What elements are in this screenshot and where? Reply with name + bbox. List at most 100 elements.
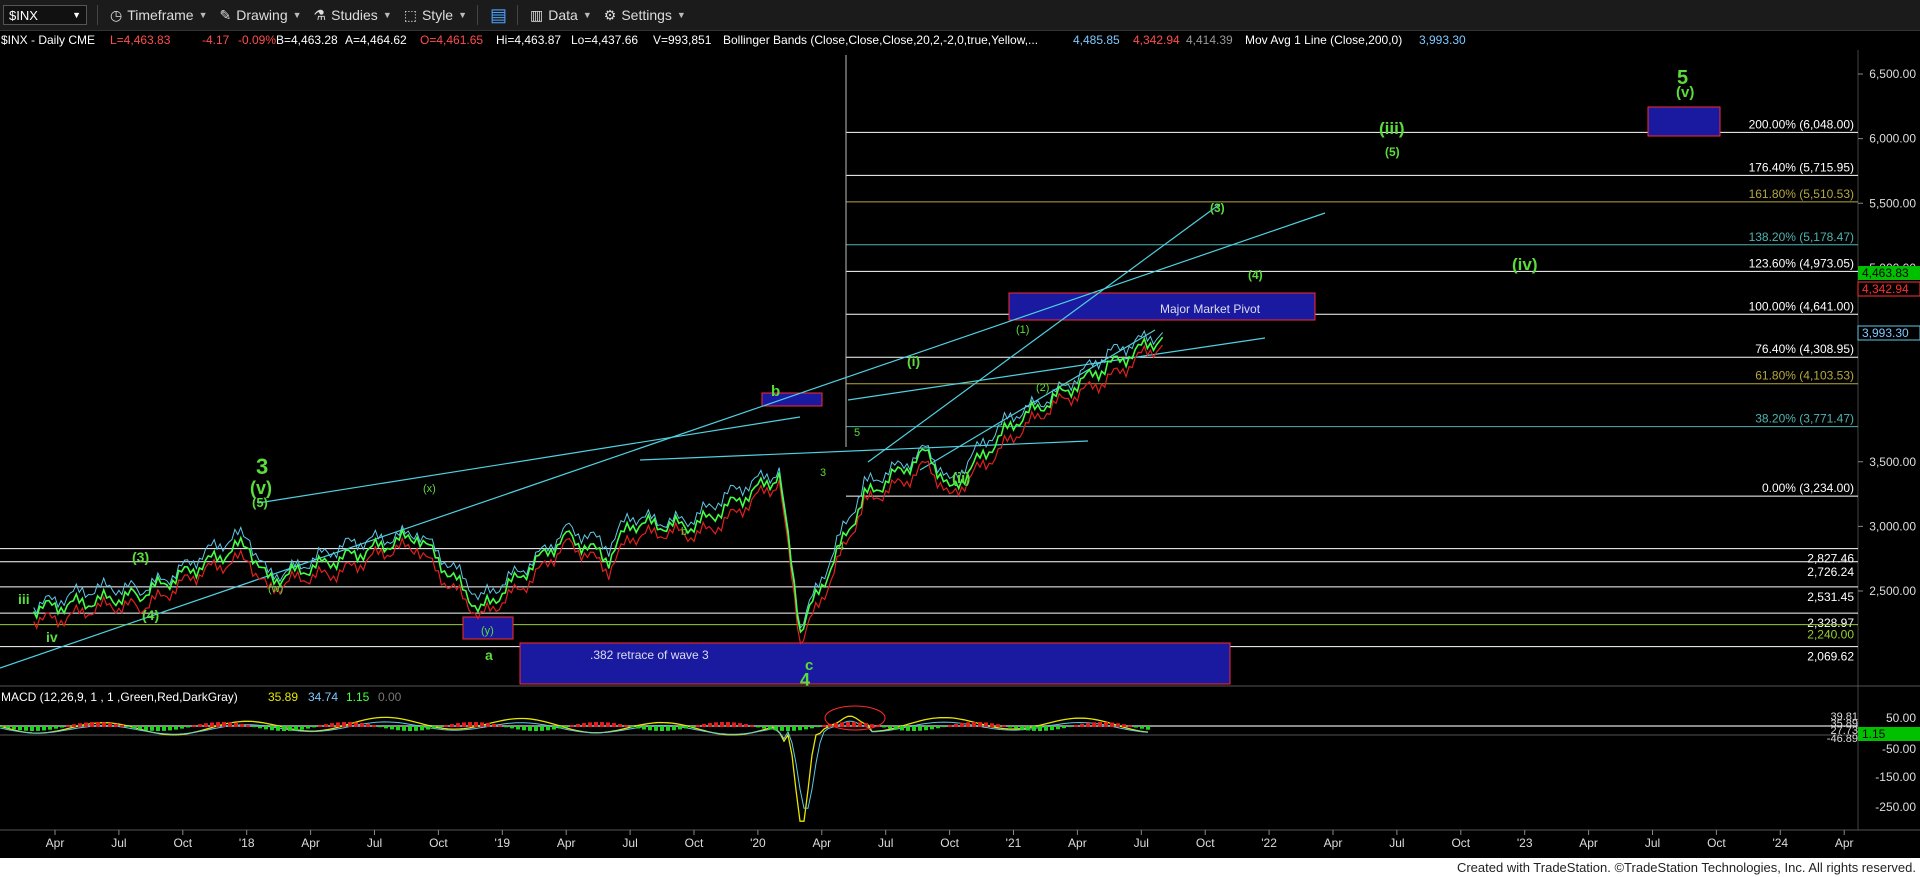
wave-label-4-paren: (4): [1248, 268, 1263, 282]
macd-histogram-bar: [108, 722, 112, 727]
chevron-down-icon: ▼: [198, 10, 208, 20]
macd-histogram-bar: [936, 726, 940, 729]
macd-histogram-bar: [1110, 722, 1114, 727]
macd-histogram-bar: [984, 722, 988, 727]
macd-histogram-bar: [888, 726, 892, 729]
macd-tick-label: -50.00: [1882, 742, 1916, 756]
macd-histogram-bar: [894, 726, 898, 730]
macd-histogram-bar: [306, 726, 310, 729]
ma-value: 3,993.30: [1419, 33, 1466, 47]
settings-button[interactable]: ⚙ Settings ▼: [604, 7, 686, 24]
macd-badge-value: 1.15: [1862, 727, 1886, 741]
price-tick-label: 3,000.00: [1869, 519, 1916, 533]
macd-histogram-bar: [96, 722, 100, 727]
macd-histogram-bar: [372, 725, 376, 727]
wave-label-y: (y): [481, 625, 494, 637]
svg-text:A=4,464.62: A=4,464.62: [345, 33, 407, 47]
price-chart[interactable]: $INX - Daily CME L=4,463.83 -4.17 -0.09%…: [0, 30, 1920, 858]
status-bid: B=4,463.28: [276, 33, 338, 47]
macd-histogram-bar: [66, 725, 70, 727]
drawing-button[interactable]: ✎ Drawing ▼: [220, 7, 302, 24]
flat-trend-line: [639, 440, 1089, 461]
macd-histogram-bar: [1008, 726, 1012, 728]
macd-histogram-bar: [210, 722, 214, 727]
macd-histogram-bar: [324, 724, 328, 727]
time-tick-label: Apr: [557, 836, 576, 850]
support-label: 2,069.62: [1807, 650, 1854, 664]
macd-histogram-bar: [1002, 725, 1006, 727]
bb-upper-value: 4,485.85: [1073, 33, 1120, 47]
macd-histogram-bar: [720, 722, 724, 727]
macd-histogram-bar: [1062, 726, 1066, 729]
macd-histogram-bar: [948, 724, 952, 727]
status-change-pct: -0.09%: [238, 33, 276, 47]
macd-histogram-bar: [882, 726, 886, 728]
wave-label-x: (x): [423, 483, 436, 495]
time-tick-label: Oct: [940, 836, 959, 850]
support-label: 2,531.45: [1807, 590, 1854, 604]
macd-histogram-bar: [702, 723, 706, 727]
symbol-selector[interactable]: $INX ▼: [3, 5, 87, 25]
pencil-icon: ✎: [219, 6, 232, 23]
wave-label-3-small: (3): [132, 549, 149, 565]
svg-text:Lo=4,437.66: Lo=4,437.66: [571, 33, 638, 47]
time-tick-label: '18: [239, 836, 255, 850]
macd-histogram-bar: [762, 726, 766, 729]
time-axis[interactable]: Apr Jul Oct '18 Apr Jul Oct '19 Apr Jul Oct '20 Apr J…: [46, 830, 1854, 850]
macd-histogram-bar: [468, 722, 472, 727]
wave-label-4-sub: 4: [838, 541, 844, 553]
macd-histogram-bar: [420, 726, 424, 731]
macd-histogram-bar: [276, 726, 280, 731]
price-tick-label: 2,500.00: [1869, 584, 1916, 598]
macd-value-2: 34.74: [308, 690, 338, 704]
macd-histogram-bar: [1122, 724, 1126, 727]
status-volume: V=993,851: [653, 33, 712, 47]
time-tick-label: Apr: [1835, 836, 1854, 850]
macd-histogram-bar: [738, 723, 742, 727]
macd-histogram-bar: [684, 726, 688, 729]
macd-histogram-bar: [396, 726, 400, 731]
bar-chart-icon: ▥: [530, 6, 544, 23]
style-button[interactable]: ⬚ Style ▼: [404, 7, 467, 24]
macd-histogram-bar: [840, 722, 844, 727]
macd-histogram-bar: [666, 726, 670, 731]
macd-histogram-bar: [126, 726, 130, 728]
time-tick-label: Oct: [1707, 836, 1726, 850]
macd-histogram-bar: [120, 724, 124, 727]
time-tick-label: '24: [1772, 836, 1788, 850]
macd-histogram-bar: [768, 726, 772, 730]
data-button[interactable]: ▥ Data ▼: [530, 7, 592, 24]
macd-histogram-bar: [312, 726, 316, 728]
macd-histogram-bar: [624, 725, 628, 727]
macd-histogram-bar: [672, 726, 676, 731]
macd-histogram-bar: [390, 726, 394, 730]
macd-histogram-bar: [528, 726, 532, 731]
svg-text:Mov Avg 1 Line (Close,200,0): Mov Avg 1 Line (Close,200,0): [1245, 33, 1402, 47]
wave-label-b-lower: b: [681, 526, 687, 538]
fib-label: 0.00% (3,234.00): [1762, 481, 1854, 495]
studies-button[interactable]: ⚗ Studies ▼: [314, 7, 392, 24]
macd-histogram-bar: [810, 726, 814, 729]
wave-label-v-top: (v): [1676, 84, 1694, 101]
macd-histogram-bar: [18, 726, 22, 731]
price-tick-label: 6,500.00: [1869, 67, 1916, 81]
macd-histogram-bar: [84, 722, 88, 727]
macd-histogram-bar: [708, 723, 712, 727]
ma-study-label: Mov Avg 1 Line (Close,200,0): [1245, 33, 1402, 47]
macd-histogram-bar: [318, 725, 322, 727]
timeframe-button[interactable]: ◷ Timeframe ▼: [110, 7, 208, 24]
chevron-down-icon: ▼: [458, 10, 468, 20]
macd-histogram-bar: [534, 726, 538, 731]
macd-histogram-bar: [294, 726, 298, 731]
macd-histogram-bar: [750, 725, 754, 727]
fib-label: 100.00% (4,641.00): [1749, 299, 1854, 313]
layout-button[interactable]: ▤: [490, 5, 507, 26]
macd-histogram-bar: [240, 723, 244, 727]
macd-line: [0, 715, 1149, 822]
macd-histogram-bar: [408, 726, 412, 731]
macd-histogram-bar: [846, 722, 850, 727]
time-tick-label: '21: [1006, 836, 1022, 850]
macd-histogram-bar: [54, 726, 58, 729]
flask-icon: ⚗: [313, 6, 327, 23]
macd-tick-label: 50.00: [1886, 711, 1916, 725]
